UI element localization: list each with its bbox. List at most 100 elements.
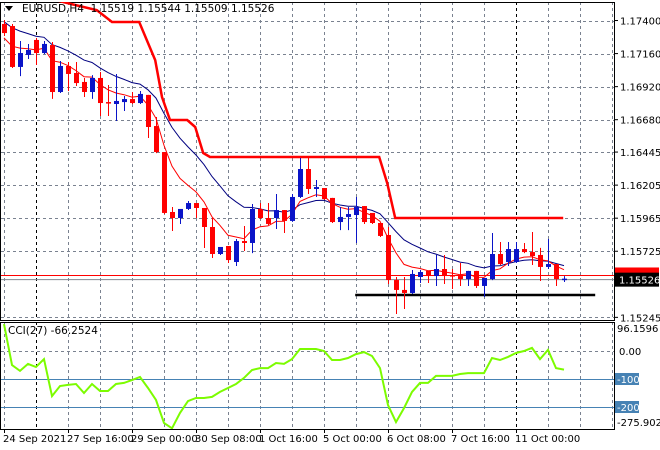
time-tick-label: 24 Sep 2021 bbox=[3, 434, 66, 445]
candle-body bbox=[42, 43, 47, 54]
price-tick-label: 1.16920 bbox=[620, 83, 660, 94]
grid bbox=[1, 2, 614, 429]
candle-body bbox=[522, 249, 527, 253]
candle bbox=[114, 73, 119, 121]
candle-body bbox=[34, 39, 39, 54]
candle bbox=[42, 41, 47, 55]
candle bbox=[210, 218, 215, 259]
cci-title: CCI(27) bbox=[8, 325, 48, 337]
high-value: 1.15544 bbox=[137, 3, 181, 15]
cci-max-label: 96.1596 bbox=[617, 324, 658, 335]
candle bbox=[162, 152, 167, 214]
candle-body bbox=[338, 216, 343, 223]
candle-body bbox=[474, 270, 479, 286]
cci-line bbox=[3, 323, 565, 429]
candle bbox=[314, 180, 319, 198]
price-tick-label: 1.16205 bbox=[620, 181, 660, 192]
candle-body bbox=[186, 203, 191, 209]
open-value: 1.15519 bbox=[90, 3, 135, 15]
candle bbox=[354, 196, 359, 244]
candle bbox=[10, 23, 15, 68]
candle bbox=[322, 188, 327, 201]
candle-body bbox=[482, 277, 487, 286]
price-tick-label: 1.15725 bbox=[620, 247, 660, 258]
candle bbox=[266, 203, 271, 225]
time-tick-label: 29 Sep 00:00 bbox=[131, 434, 198, 445]
candle-body bbox=[218, 246, 223, 254]
candle-body bbox=[370, 212, 375, 224]
candle-body bbox=[378, 223, 383, 236]
candle bbox=[2, 19, 7, 36]
candle bbox=[402, 276, 407, 309]
cci-panel-border bbox=[0, 322, 615, 430]
candle bbox=[466, 270, 471, 286]
candle bbox=[250, 203, 255, 254]
candle bbox=[98, 72, 103, 117]
candle-body bbox=[354, 207, 359, 216]
candle bbox=[370, 212, 375, 225]
candle-body bbox=[530, 252, 535, 257]
time-tick-label: 27 Sep 16:00 bbox=[67, 434, 134, 445]
candle bbox=[306, 157, 311, 194]
candle-body bbox=[202, 207, 207, 227]
candle bbox=[490, 233, 495, 281]
candle-body bbox=[506, 249, 511, 262]
candle bbox=[50, 42, 55, 99]
triangle-down-icon[interactable] bbox=[5, 6, 13, 11]
candle-body bbox=[162, 152, 167, 213]
candle bbox=[154, 116, 159, 154]
candle-body bbox=[82, 81, 87, 93]
candle bbox=[546, 238, 551, 270]
candle bbox=[106, 84, 111, 117]
time-tick-label: 7 Oct 16:00 bbox=[451, 434, 510, 445]
current-price-label: 1.15526 bbox=[619, 276, 660, 287]
candle-body bbox=[458, 276, 463, 280]
candle-body bbox=[258, 208, 263, 219]
candle-body bbox=[66, 65, 71, 74]
candle-body bbox=[226, 246, 231, 261]
candle bbox=[186, 200, 191, 210]
candle bbox=[378, 223, 383, 237]
close-value: 1.15526 bbox=[230, 3, 275, 15]
main-panel-border bbox=[0, 2, 615, 321]
main-plot bbox=[1, 2, 614, 314]
symbol-label: EURUSD,H4 bbox=[22, 3, 84, 15]
price-tick-label: 1.17160 bbox=[620, 50, 660, 61]
candle bbox=[202, 207, 207, 248]
chart-window[interactable]: 1.17400 1.17160 1.16920 1.16680 1.16445 1.162… bbox=[0, 0, 660, 450]
candle-body bbox=[242, 241, 247, 243]
candle-body bbox=[450, 275, 455, 277]
candle-body bbox=[306, 169, 311, 189]
candle bbox=[290, 193, 295, 222]
candle-body bbox=[330, 197, 335, 223]
candle bbox=[66, 61, 71, 91]
time-tick-label: 11 Oct 00:00 bbox=[515, 434, 580, 445]
candle-body bbox=[490, 253, 495, 280]
candle-body bbox=[210, 226, 215, 254]
candle-body bbox=[2, 23, 7, 34]
time-tick-label: 1 Oct 16:00 bbox=[259, 434, 318, 445]
candle-body bbox=[466, 270, 471, 280]
candle-body bbox=[290, 196, 295, 221]
candle bbox=[26, 43, 31, 59]
time-tick-label: 5 Oct 00:00 bbox=[323, 434, 382, 445]
cci-label: CCI(27) -66.2524 bbox=[8, 325, 98, 337]
candle-body bbox=[194, 203, 199, 208]
candle bbox=[218, 246, 223, 255]
candle bbox=[130, 92, 135, 105]
price-chart-canvas[interactable]: 1.17400 1.17160 1.16920 1.16680 1.16445 1.162… bbox=[0, 0, 660, 450]
candle-body bbox=[554, 264, 559, 280]
time-tick-label: 6 Oct 08:00 bbox=[387, 434, 446, 445]
candle-body bbox=[282, 210, 287, 221]
candle-body bbox=[266, 218, 271, 224]
candle bbox=[418, 269, 423, 283]
candle bbox=[74, 61, 79, 86]
candle-body bbox=[178, 208, 183, 219]
cci-last-value: -66.2524 bbox=[50, 325, 98, 337]
candle-body bbox=[250, 208, 255, 243]
candle-body bbox=[234, 241, 239, 262]
candle-body bbox=[426, 270, 431, 277]
candle bbox=[170, 207, 175, 232]
candle-body bbox=[410, 273, 415, 293]
candle-body bbox=[562, 278, 567, 281]
